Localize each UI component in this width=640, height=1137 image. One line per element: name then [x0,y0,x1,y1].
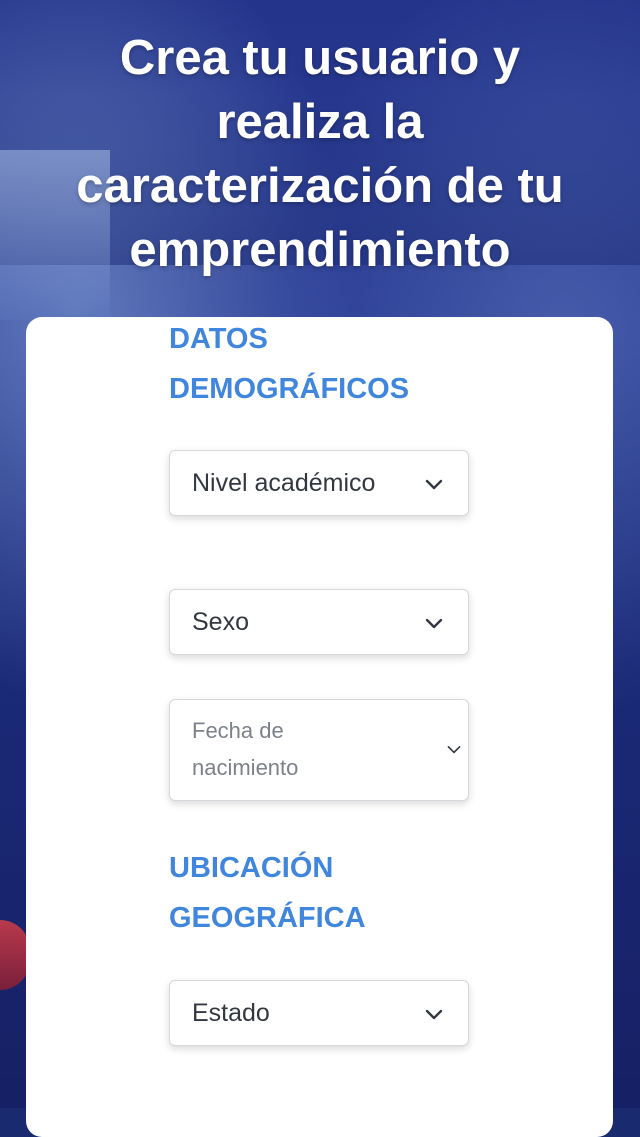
registration-form-card: DATOS DEMOGRÁFICOS Nivel académico Sexo … [26,317,613,1137]
academic-level-select[interactable]: Nivel académico [169,450,469,516]
section-title-location: UBICACIÓN GEOGRÁFICA [169,843,366,943]
page-title: Crea tu usuario y realiza la caracteriza… [20,26,620,282]
section-title-location-line-1: UBICACIÓN [169,852,334,884]
chevron-down-icon [424,1005,444,1025]
chevron-down-icon [424,614,444,634]
state-label: Estado [192,999,270,1027]
birth-date-select[interactable]: Fecha de nacimiento [169,699,469,801]
page-title-line-2: realiza la [216,95,424,149]
page-title-line-1: Crea tu usuario y [119,31,521,85]
birth-date-placeholder: Fecha de nacimiento [192,712,422,786]
sex-label: Sexo [192,608,249,636]
state-select[interactable]: Estado [169,980,469,1046]
chevron-down-icon [424,475,444,495]
chevron-down-icon [446,742,462,758]
sex-select[interactable]: Sexo [169,589,469,655]
section-title-demographic-line-2: DEMOGRÁFICOS [169,373,410,405]
section-title-demographic: DATOS DEMOGRÁFICOS [169,314,409,414]
page-title-line-3: caracterización de tu [76,159,564,213]
birth-date-placeholder-line-1: Fecha de [192,718,284,743]
academic-level-label: Nivel académico [192,469,376,497]
section-title-demographic-line-1: DATOS [169,323,268,355]
page-title-line-4: emprendimiento [129,223,511,277]
birth-date-placeholder-line-2: nacimiento [192,755,299,780]
section-title-location-line-2: GEOGRÁFICA [169,902,366,934]
